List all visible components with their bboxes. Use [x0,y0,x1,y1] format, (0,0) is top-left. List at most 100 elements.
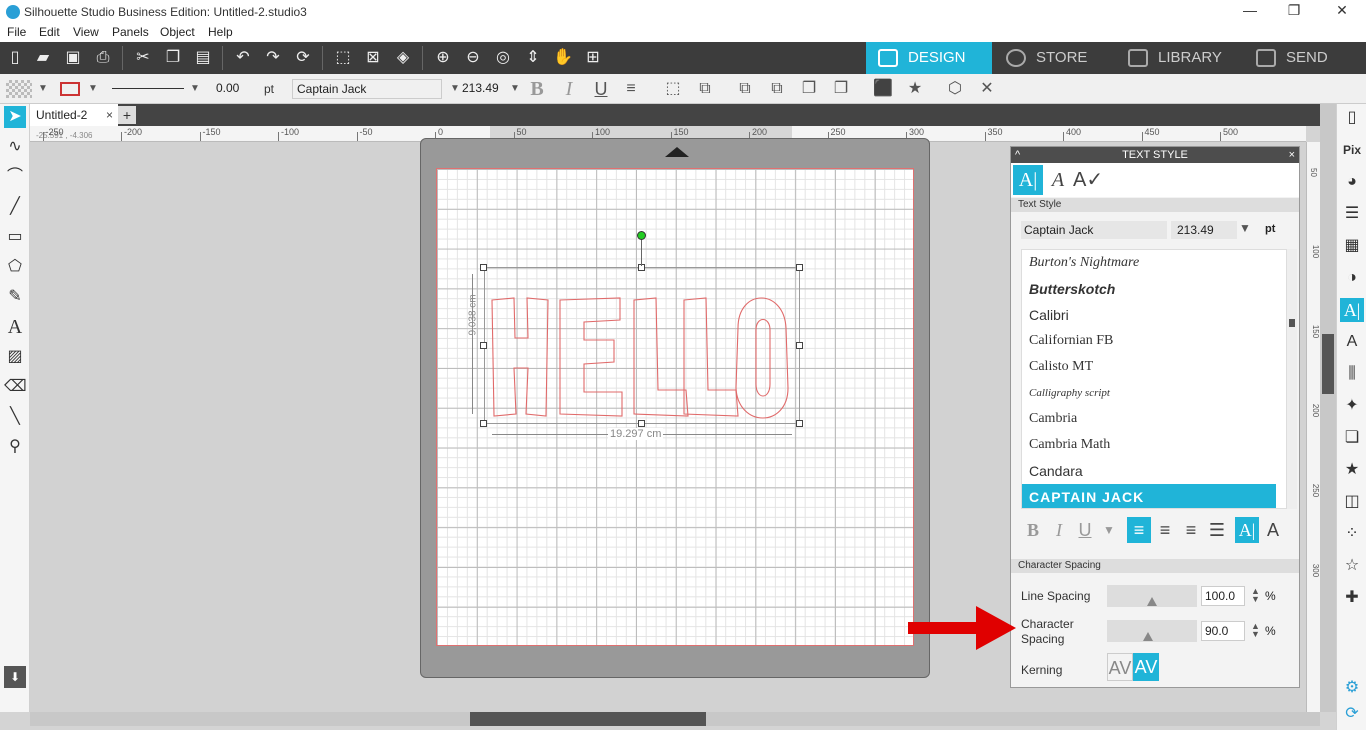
tab-font-style[interactable]: A [1043,165,1073,195]
polygon-tool-icon[interactable]: ⬠ [4,256,26,278]
spinner-arrows-icon[interactable]: ▲ ▼ [1251,622,1260,639]
undo-icon[interactable]: ↶ [232,47,254,69]
menu-edit[interactable]: Edit [39,25,60,39]
pencil-tool-icon[interactable]: ✎ [4,286,26,308]
align-justify-button[interactable]: ☰ [1205,517,1229,543]
deselect-icon[interactable]: ⊠ [362,47,384,69]
open-folder-icon[interactable]: ▰ [32,47,54,69]
minimize-icon[interactable]: — [1240,2,1260,18]
resize-handle[interactable] [796,264,803,271]
chevron-down-icon[interactable]: ▼ [1097,517,1121,543]
settings-gear-icon[interactable]: ⚙ [1340,676,1364,700]
horizontal-scrollbar[interactable] [30,712,1320,726]
menu-object[interactable]: Object [160,25,195,39]
sketch-star-icon[interactable]: ☆ [1340,554,1364,578]
font-item[interactable]: Calibri [1022,302,1276,328]
font-size-field[interactable]: 213.49 [458,79,510,99]
line-spacing-input[interactable]: 100.0 [1201,586,1245,606]
send-backward-icon[interactable]: ❐ [830,79,852,99]
tab-spell-check[interactable]: A✓ [1073,165,1103,195]
slider-knob[interactable] [1147,597,1157,606]
eraser-tool-icon[interactable]: ⌫ [4,376,27,398]
char-spacing-input[interactable]: 90.0 [1201,621,1245,641]
slider-knob[interactable] [1142,632,1153,641]
close-icon[interactable]: ✕ [1332,2,1352,19]
star-shape-icon[interactable]: ★ [904,79,926,99]
chevron-down-icon[interactable]: ▼ [184,79,206,99]
underline-button[interactable]: U [590,79,612,99]
line-color-swatch[interactable] [60,82,80,96]
menu-view[interactable]: View [73,25,99,39]
line-style-icon[interactable]: ☰ [1340,202,1364,226]
document-tab[interactable]: Untitled-2 × [30,104,118,126]
zoom-in-icon[interactable]: ⊕ [432,47,454,69]
send-to-back-icon[interactable]: ⧉ [766,79,788,99]
line-spacing-slider[interactable] [1107,585,1197,607]
modify-icon[interactable]: ★ [1340,458,1364,482]
text-tool-icon[interactable]: A [4,316,26,338]
align-center-button[interactable]: ≡ [1153,517,1177,543]
resize-handle[interactable] [480,264,487,271]
pan-hand-icon[interactable]: ✋ [552,47,574,69]
add-tab-button[interactable]: + [118,106,136,124]
char-spacing-slider[interactable] [1107,620,1197,642]
font-item-selected[interactable]: CAPTAIN JACK [1022,484,1276,508]
fill-tool-icon[interactable]: ▨ [4,346,26,368]
fit-view-icon[interactable]: ⊞ [582,47,604,69]
chevron-down-icon[interactable]: ▼ [82,79,104,99]
download-icon[interactable]: ⬇ [4,666,26,688]
fill-color-swatch[interactable] [6,80,32,98]
close-tab-icon[interactable]: × [106,104,113,126]
transform-icon[interactable]: ✦ [1340,394,1364,418]
paste-icon[interactable]: ▤ [192,47,214,69]
cut-icon[interactable]: ✂ [132,47,154,69]
transparency-icon[interactable]: ◑ [1340,266,1364,290]
chevron-down-icon[interactable]: ▼ [32,79,54,99]
bold-button[interactable]: B [526,79,548,99]
tab-store[interactable]: STORE [994,42,1114,74]
page-setup-icon[interactable]: ▯ [1340,106,1364,130]
font-item[interactable]: Californian FB [1022,328,1276,354]
font-item[interactable]: Cambria Math [1022,432,1276,458]
panel-font-size[interactable]: 213.49 [1171,221,1237,239]
chevron-down-icon[interactable]: ▼ [1239,221,1251,235]
scroll-thumb[interactable] [470,712,706,726]
bring-to-front-icon[interactable]: ⧉ [734,79,756,99]
redraw-icon[interactable]: ⟳ [292,47,314,69]
italic-button[interactable]: I [558,79,580,99]
font-item[interactable]: Candara [1022,458,1276,484]
resize-handle[interactable] [480,420,487,427]
resize-handle[interactable] [638,420,645,427]
offset-icon[interactable]: ◫ [1340,490,1364,514]
rotate-handle[interactable] [637,231,646,240]
text-to-path-icon[interactable]: A [1340,330,1364,354]
lasso-icon[interactable]: ∿ [4,136,26,158]
font-item[interactable]: Calisto MT [1022,354,1276,380]
puzzle-icon[interactable]: ✚ [1340,586,1364,610]
align-left-button[interactable]: ≡ [1127,517,1151,543]
knife-tool-icon[interactable]: ╲ [4,406,26,428]
panel-minimize-icon[interactable]: ^ [1015,147,1020,163]
align-right-button[interactable]: ≡ [1179,517,1203,543]
resize-handle[interactable] [480,342,487,349]
panel-italic-button[interactable]: I [1047,517,1071,543]
menu-panels[interactable]: Panels [112,25,149,39]
restore-icon[interactable]: ❐ [1284,2,1304,19]
point-edit-icon[interactable]: ⌒ [4,166,26,188]
group-icon[interactable]: ⬚ [662,79,684,99]
redo-icon[interactable]: ↷ [262,47,284,69]
zoom-select-icon[interactable]: ◎ [492,47,514,69]
new-file-icon[interactable]: ▯ [4,47,26,69]
zoom-out-icon[interactable]: ⊖ [462,47,484,69]
panel-close-icon[interactable]: × [1289,147,1295,163]
palette-icon[interactable]: ◕ [1340,170,1364,194]
spinner-arrows-icon[interactable]: ▲ ▼ [1251,587,1260,604]
font-item[interactable]: Butterskotch [1022,276,1276,302]
font-name-field[interactable]: Captain Jack [292,79,442,99]
tab-library[interactable]: LIBRARY [1116,42,1242,74]
font-list-scrollbar[interactable] [1287,249,1297,509]
panel-underline-button[interactable]: U [1073,517,1097,543]
kerning-off-button[interactable]: AV [1107,653,1133,681]
print-icon[interactable]: ⎙ [92,47,114,69]
menu-help[interactable]: Help [208,25,233,39]
